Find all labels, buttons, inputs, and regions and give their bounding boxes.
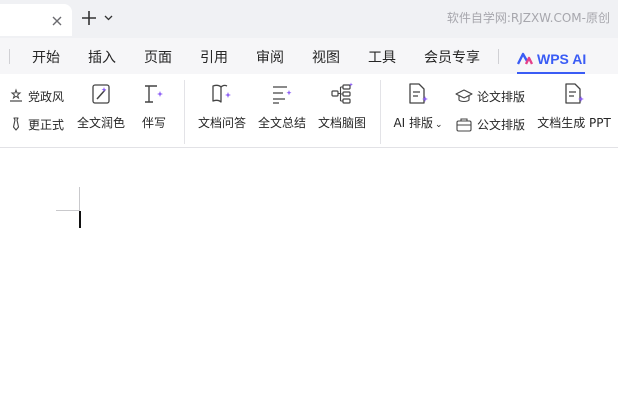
wps-ai-label: WPS AI bbox=[537, 51, 587, 67]
menu-tab-start[interactable]: 开始 bbox=[32, 47, 60, 67]
official-doc-layout-label: 公文排版 bbox=[477, 117, 526, 132]
text-cursor bbox=[79, 211, 81, 228]
official-doc-layout-button[interactable]: 公文排版 bbox=[455, 114, 525, 134]
thesis-layout-button[interactable]: 论文排版 bbox=[455, 86, 525, 106]
briefcase-icon bbox=[456, 118, 472, 132]
margin-marker bbox=[56, 210, 80, 211]
style-party-label: 党政风 bbox=[28, 89, 65, 104]
ai-layout-button[interactable]: AI 排版 ⌄ bbox=[392, 82, 444, 142]
document-canvas[interactable] bbox=[0, 149, 618, 411]
full-polish-label: 全文润色 bbox=[76, 116, 125, 130]
doc-mindmap-label: 文档脑图 bbox=[317, 116, 366, 130]
graduation-cap-icon bbox=[455, 89, 473, 103]
ribbon-divider bbox=[184, 80, 185, 144]
doc-mindmap-button[interactable]: 文档脑图 bbox=[316, 82, 368, 142]
full-summary-label: 全文总结 bbox=[257, 116, 306, 130]
full-summary-button[interactable]: 全文总结 bbox=[256, 82, 308, 142]
margin-marker bbox=[79, 187, 80, 211]
menu-tab-tools[interactable]: 工具 bbox=[368, 47, 396, 67]
mindmap-sparkle-icon bbox=[331, 82, 353, 104]
menu-tab-page[interactable]: 页面 bbox=[144, 47, 172, 67]
document-tab[interactable] bbox=[0, 4, 72, 36]
ai-layout-label: AI 排版 ⌄ bbox=[393, 116, 443, 130]
menu-tab-reference[interactable]: 引用 bbox=[200, 47, 228, 67]
menu-divider bbox=[9, 49, 10, 64]
ribbon-divider bbox=[380, 80, 381, 144]
style-party-button[interactable]: 党政风 bbox=[8, 86, 64, 106]
text-cursor-sparkle-icon bbox=[145, 85, 163, 103]
wps-ai-logo-icon bbox=[517, 52, 533, 65]
style-formal-label: 更正式 bbox=[28, 117, 65, 132]
flag-icon bbox=[10, 88, 22, 102]
list-sparkle-icon bbox=[273, 86, 292, 104]
doc-qa-button[interactable]: 文档问答 bbox=[196, 82, 248, 142]
book-sparkle-icon bbox=[212, 84, 231, 103]
full-polish-button[interactable]: 全文润色 bbox=[76, 82, 126, 142]
menu-divider bbox=[498, 49, 499, 64]
menu-tab-member[interactable]: 会员专享 bbox=[424, 47, 480, 67]
chevron-down-icon[interactable] bbox=[104, 13, 113, 22]
co-write-label: 伴写 bbox=[141, 116, 166, 130]
plus-icon[interactable] bbox=[81, 10, 97, 26]
magic-wand-icon bbox=[92, 84, 110, 104]
ribbon-toolbar: 党政风 更正式 全文润色 伴写 文档问答 全文总结 文档脑图 AI 排版 ⌄ 论… bbox=[0, 74, 618, 148]
document-ppt-icon bbox=[565, 83, 584, 104]
doc-to-ppt-button[interactable]: 文档生成 PPT bbox=[536, 82, 612, 142]
title-bar: 软件自学网:RJZXW.COM-原创 bbox=[0, 0, 618, 38]
tie-icon bbox=[12, 117, 20, 131]
watermark-text: 软件自学网:RJZXW.COM-原创 bbox=[446, 11, 610, 25]
menu-tab-wps-ai[interactable]: WPS AI bbox=[517, 46, 587, 74]
co-write-button[interactable]: 伴写 bbox=[138, 82, 170, 142]
menu-bar: 开始 插入 页面 引用 审阅 视图 工具 会员专享 WPS AI bbox=[0, 38, 618, 74]
close-icon[interactable] bbox=[50, 14, 64, 28]
doc-to-ppt-label: 文档生成 PPT bbox=[537, 116, 611, 130]
thesis-layout-label: 论文排版 bbox=[477, 89, 526, 104]
chevron-down-icon[interactable]: ⌄ bbox=[435, 120, 443, 130]
menu-tab-review[interactable]: 审阅 bbox=[256, 47, 284, 67]
menu-tab-insert[interactable]: 插入 bbox=[88, 47, 116, 67]
doc-qa-label: 文档问答 bbox=[197, 116, 246, 130]
document-sparkle-icon bbox=[409, 83, 428, 104]
menu-tab-view[interactable]: 视图 bbox=[312, 47, 340, 67]
style-formal-button[interactable]: 更正式 bbox=[8, 114, 64, 134]
